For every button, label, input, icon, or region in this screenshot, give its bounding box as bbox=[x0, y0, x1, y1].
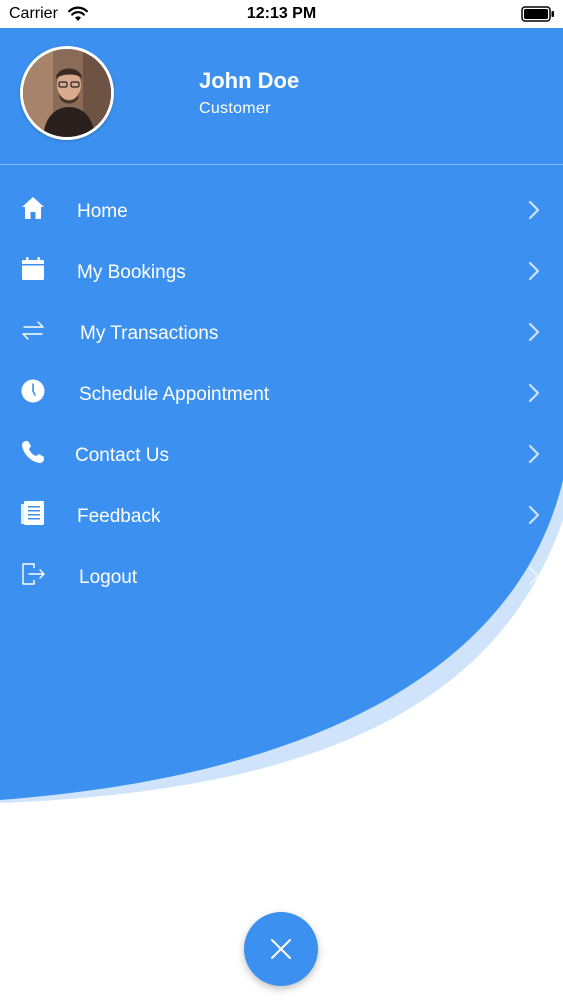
chevron-right-icon bbox=[528, 200, 540, 220]
menu-label-my-bookings: My Bookings bbox=[77, 262, 186, 283]
logout-icon bbox=[22, 563, 45, 585]
menu-item-feedback[interactable]: Feedback bbox=[0, 486, 563, 547]
phone-icon bbox=[22, 441, 44, 463]
menu-item-contact-us[interactable]: Contact Us bbox=[0, 425, 563, 486]
calendar-icon bbox=[22, 257, 44, 280]
menu-label-home: Home bbox=[77, 201, 128, 222]
chevron-right-icon bbox=[528, 566, 540, 586]
user-name: John Doe bbox=[199, 68, 300, 93]
status-bar: Carrier 12:13 PM bbox=[0, 0, 563, 28]
menu-item-my-transactions[interactable]: My Transactions bbox=[0, 303, 563, 364]
menu-label-schedule-appointment: Schedule Appointment bbox=[79, 384, 270, 405]
chevron-right-icon bbox=[528, 383, 540, 403]
menu-label-my-transactions: My Transactions bbox=[80, 323, 219, 344]
menu-label-feedback: Feedback bbox=[77, 506, 161, 527]
menu-item-logout[interactable]: Logout bbox=[0, 547, 563, 608]
transfer-icon bbox=[22, 321, 44, 340]
status-time: 12:13 PM bbox=[246, 5, 317, 22]
chevron-right-icon bbox=[528, 261, 540, 281]
chevron-right-icon bbox=[528, 322, 540, 342]
clock-icon bbox=[21, 379, 45, 403]
home-icon bbox=[22, 197, 44, 219]
menu-item-my-bookings[interactable]: My Bookings bbox=[0, 242, 563, 303]
menu-item-schedule-appointment[interactable]: Schedule Appointment bbox=[0, 364, 563, 425]
menu-label-contact-us: Contact Us bbox=[75, 445, 169, 466]
menu-item-home[interactable]: Home bbox=[0, 181, 563, 242]
chevron-right-icon bbox=[528, 444, 540, 464]
close-drawer-button[interactable] bbox=[244, 912, 318, 986]
chevron-right-icon bbox=[528, 505, 540, 525]
document-icon bbox=[21, 501, 44, 525]
avatar[interactable] bbox=[20, 46, 114, 140]
menu-label-logout: Logout bbox=[79, 567, 138, 588]
drawer-menu: Home My Bookings My Transactions Schedul… bbox=[0, 181, 563, 608]
close-icon bbox=[271, 939, 291, 959]
drawer-screen: Carrier 12:13 PM John Doe Customer Home … bbox=[0, 0, 563, 1000]
user-role: Customer bbox=[199, 100, 271, 117]
profile-header: John Doe Customer bbox=[0, 28, 563, 165]
battery-icon bbox=[521, 6, 554, 22]
